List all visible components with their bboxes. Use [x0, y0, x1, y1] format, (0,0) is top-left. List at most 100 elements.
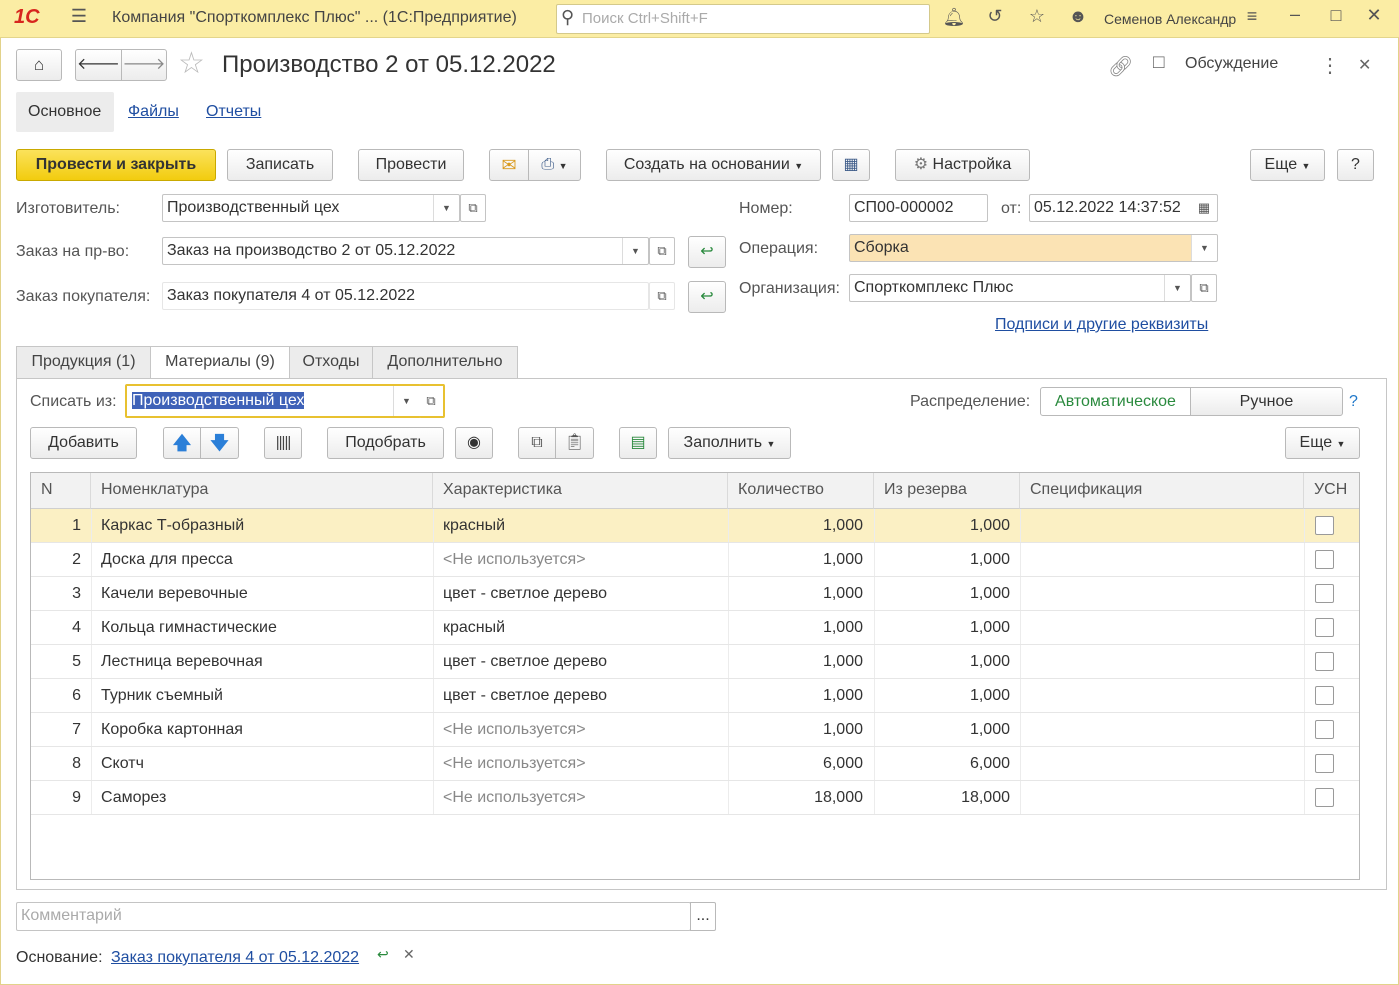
table-row[interactable]: 5 Лестница веревочная цвет - светлое дерев…	[31, 645, 1359, 679]
move-down-button[interactable]: 🡇	[200, 427, 239, 459]
barcode-button[interactable]: |||||	[264, 427, 302, 459]
usn-checkbox[interactable]	[1315, 652, 1334, 671]
user-icon[interactable]: ☻	[1066, 6, 1090, 27]
usn-checkbox[interactable]	[1315, 788, 1334, 807]
table-row[interactable]: 9 Саморез <Не используется> 18,000 18,000	[31, 781, 1359, 815]
chevron-down-icon[interactable]: ▼	[1191, 235, 1217, 261]
operation-field[interactable]: Сборка ▼	[849, 234, 1218, 262]
tab-waste[interactable]: Отходы	[289, 346, 373, 378]
print-button[interactable]: ⎙ ▼	[528, 149, 581, 181]
fill-table-icon-button[interactable]: ▤	[619, 427, 657, 459]
production-order-fill-button[interactable]: ↩	[688, 236, 726, 268]
usn-checkbox[interactable]	[1315, 584, 1334, 603]
maker-open-button[interactable]: ⧉	[460, 194, 486, 222]
section-main-label[interactable]: Основное	[28, 103, 101, 121]
menu-icon[interactable]: ☰	[66, 6, 92, 27]
settings-menu-icon[interactable]: ≡	[1240, 6, 1264, 27]
comment-input[interactable]: Комментарий	[16, 902, 691, 931]
settings-button[interactable]: ⚙ Настройка	[895, 149, 1030, 181]
bell-icon[interactable]: 🔔︎	[942, 7, 966, 28]
favorites-star-icon[interactable]: ☆	[1025, 6, 1049, 27]
section-reports[interactable]: Отчеты	[206, 103, 261, 121]
chevron-down-icon[interactable]: ▼	[433, 195, 459, 221]
post-button[interactable]: Провести	[358, 149, 464, 181]
user-name[interactable]: Семенов Александр	[1104, 11, 1236, 27]
basis-fill-icon[interactable]: ↩	[377, 946, 389, 963]
production-order-open-button[interactable]: ⧉	[649, 237, 675, 265]
production-order-field[interactable]: Заказ на производство 2 от 05.12.2022 ▼	[162, 237, 649, 265]
materials-table[interactable]: N Номенклатура Характеристика Количество…	[30, 472, 1360, 880]
customer-order-open-button[interactable]: ⧉	[649, 282, 675, 310]
column-header-specification[interactable]: Спецификация	[1020, 473, 1304, 509]
view-button[interactable]: ◉	[455, 427, 493, 459]
column-header-nomenclature[interactable]: Номенклатура	[91, 473, 433, 509]
calendar-icon[interactable]: ▦	[1191, 195, 1217, 221]
post-and-close-button[interactable]: Провести и закрыть	[16, 149, 216, 181]
link-icon[interactable]: 🔗︎	[1108, 54, 1133, 79]
usn-checkbox[interactable]	[1315, 754, 1334, 773]
tab-additional[interactable]: Дополнительно	[372, 346, 518, 378]
close-form-icon[interactable]: ✕	[1358, 55, 1371, 75]
usn-checkbox[interactable]	[1315, 720, 1334, 739]
search-input[interactable]: ⚲ Поиск Ctrl+Shift+F	[556, 4, 930, 34]
basis-clear-icon[interactable]: ✕	[403, 946, 415, 963]
section-files[interactable]: Файлы	[128, 103, 179, 121]
customer-order-field[interactable]: Заказ покупателя 4 от 05.12.2022	[162, 282, 649, 310]
writeoff-open-button[interactable]: ⧉	[419, 384, 445, 418]
distribution-manual-button[interactable]: Ручное	[1190, 387, 1343, 416]
column-header-reserve[interactable]: Из резерва	[874, 473, 1020, 509]
organization-open-button[interactable]: ⧉	[1191, 274, 1217, 302]
structure-button[interactable]: ▦	[832, 149, 870, 181]
copy-button[interactable]: ⧉	[518, 427, 556, 459]
date-field[interactable]: 05.12.2022 14:37:52 ▦	[1029, 194, 1218, 222]
close-window-icon[interactable]: ✕	[1362, 5, 1386, 26]
distribution-help-icon[interactable]: ?	[1349, 393, 1358, 411]
maker-field[interactable]: Производственный цех ▼	[162, 194, 460, 222]
chevron-down-icon[interactable]: ▼	[1164, 275, 1190, 301]
signatures-link[interactable]: Подписи и другие реквизиты	[995, 316, 1208, 334]
column-header-characteristic[interactable]: Характеристика	[433, 473, 728, 509]
tab-materials[interactable]: Материалы (9)	[150, 346, 290, 380]
organization-field[interactable]: Спорткомплекс Плюс ▼	[849, 274, 1191, 302]
table-row[interactable]: 6 Турник съемный цвет - светлое дерево 1,00…	[31, 679, 1359, 713]
add-button[interactable]: Добавить	[30, 427, 137, 459]
table-row[interactable]: 8 Скотч <Не используется> 6,000 6,000	[31, 747, 1359, 781]
history-icon[interactable]: ↺	[983, 6, 1007, 27]
more-vertical-icon[interactable]: ⋮	[1320, 53, 1340, 78]
table-row[interactable]: 1 Каркас Т-образный красный 1,000 1,000	[31, 509, 1359, 543]
more-button[interactable]: Еще ▼	[1250, 149, 1325, 181]
writeoff-field[interactable]: Производственный цех ▼	[125, 384, 421, 418]
distribution-auto-button[interactable]: Автоматическое	[1040, 387, 1191, 416]
minimize-icon[interactable]: –	[1283, 4, 1307, 25]
favorite-star-icon[interactable]: ☆	[178, 47, 205, 81]
chevron-down-icon[interactable]: ▼	[393, 386, 419, 416]
usn-checkbox[interactable]	[1315, 516, 1334, 535]
comment-expand-button[interactable]: ...	[690, 902, 716, 931]
discussion-button[interactable]: Обсуждение	[1185, 55, 1278, 73]
chevron-down-icon[interactable]: ▼	[622, 238, 648, 264]
table-row[interactable]: 7 Коробка картонная <Не используется> 1,000…	[31, 713, 1359, 747]
fill-button[interactable]: Заполнить ▼	[668, 427, 791, 459]
home-button[interactable]: ⌂	[16, 49, 62, 81]
customer-order-fill-button[interactable]: ↩	[688, 281, 726, 313]
basis-link[interactable]: Заказ покупателя 4 от 05.12.2022	[111, 949, 359, 967]
app-logo[interactable]: 1С	[14, 6, 40, 29]
move-up-button[interactable]: 🡅	[163, 427, 201, 459]
email-button[interactable]: ✉	[489, 149, 529, 181]
pick-button[interactable]: Подобрать	[327, 427, 444, 459]
maximize-icon[interactable]: □	[1324, 5, 1348, 26]
create-based-on-button[interactable]: Создать на основании ▼	[606, 149, 821, 181]
back-button[interactable]: 🡐	[75, 49, 122, 81]
help-button[interactable]: ?	[1337, 149, 1374, 181]
table-row[interactable]: 3 Качели веревочные цвет - светлое дерево 1…	[31, 577, 1359, 611]
usn-checkbox[interactable]	[1315, 550, 1334, 569]
tab-products[interactable]: Продукция (1)	[16, 346, 151, 378]
discussion-icon[interactable]: □	[1153, 52, 1164, 74]
forward-button[interactable]: 🡒	[121, 49, 167, 81]
usn-checkbox[interactable]	[1315, 618, 1334, 637]
paste-button[interactable]: 📋︎	[555, 427, 594, 459]
usn-checkbox[interactable]	[1315, 686, 1334, 705]
column-header-n[interactable]: N	[31, 473, 91, 509]
materials-more-button[interactable]: Еще ▼	[1285, 427, 1360, 459]
save-button[interactable]: Записать	[227, 149, 333, 181]
